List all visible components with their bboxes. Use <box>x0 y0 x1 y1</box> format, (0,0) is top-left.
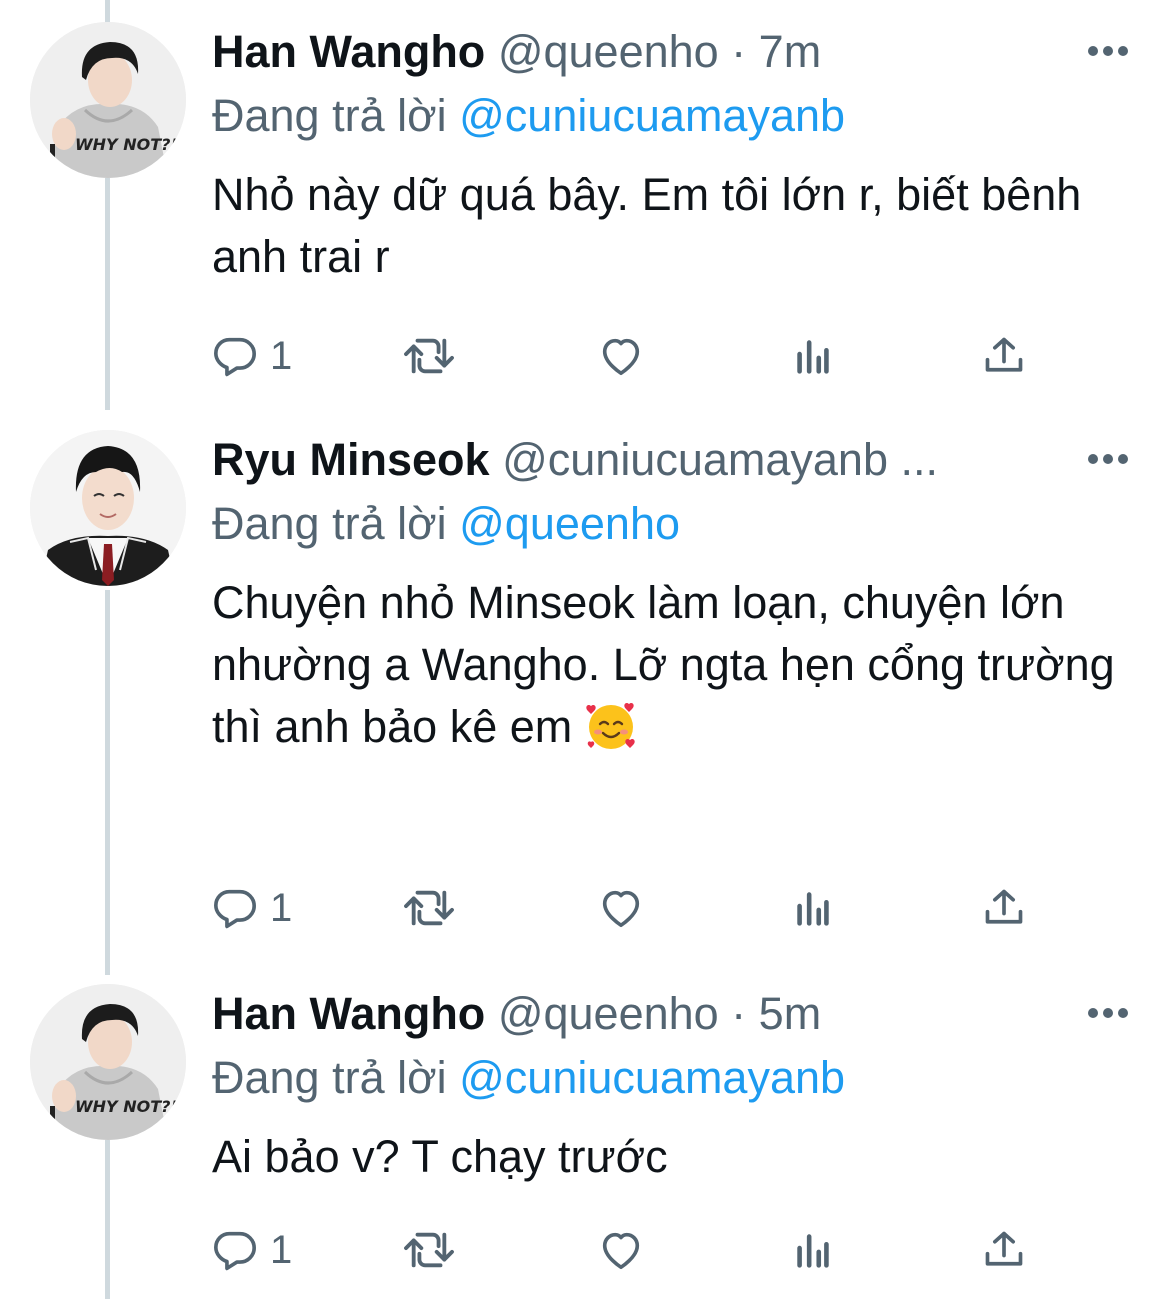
more-icon[interactable] <box>1086 44 1130 58</box>
display-name[interactable]: Ryu Minseok <box>212 434 490 485</box>
avatar[interactable]: WHY NOT?! <box>30 22 186 178</box>
tweet-header: Han Wangho @queenho · 5m <box>212 984 821 1044</box>
tweet-text: Ai bảo v? T chạy trước <box>212 1131 668 1182</box>
avatar-image: WHY NOT?! <box>30 984 186 1140</box>
avatar[interactable] <box>30 430 186 586</box>
share-button[interactable] <box>982 1220 1026 1280</box>
retweet-icon <box>404 1232 454 1268</box>
share-icon <box>985 1231 1023 1266</box>
more-icon[interactable] <box>1086 452 1130 466</box>
avatar[interactable]: WHY NOT?! <box>30 984 186 1140</box>
like-icon <box>602 338 640 376</box>
reply-count: 1 <box>270 886 293 930</box>
replying-to: Đang trả lời @queenho <box>212 494 680 554</box>
retweet-button[interactable] <box>402 326 456 386</box>
reply-button[interactable]: 1 <box>212 1220 292 1280</box>
reply-button[interactable]: 1 <box>212 878 292 938</box>
share-icon <box>985 337 1023 372</box>
replying-to-handle[interactable]: @cuniucuamayanb <box>459 90 845 141</box>
like-icon <box>602 890 640 928</box>
display-name[interactable]: Han Wangho <box>212 988 485 1039</box>
avatar-image: WHY NOT?! <box>30 22 186 178</box>
avatar-shirt-text: WHY NOT?! <box>75 1097 178 1116</box>
tweet-header: Ryu Minseok @cuniucuamayanb ... <box>212 430 938 490</box>
like-icon <box>602 1232 640 1270</box>
reply-icon <box>214 1231 256 1271</box>
like-button[interactable] <box>597 1220 645 1280</box>
reply-button[interactable]: 1 <box>212 326 292 386</box>
tweet-text: Chuyện nhỏ Minseok làm loạn, chuyện lớn … <box>212 572 1142 758</box>
action-bar: 1 <box>212 878 1042 938</box>
share-icon <box>985 889 1023 924</box>
share-button[interactable] <box>982 326 1026 386</box>
handle-and-time[interactable]: @queenho · 5m <box>498 988 821 1039</box>
analytics-icon <box>797 340 829 374</box>
replying-to-handle[interactable]: @cuniucuamayanb <box>459 1052 845 1103</box>
more-icon[interactable] <box>1086 1006 1130 1020</box>
display-name[interactable]: Han Wangho <box>212 26 485 77</box>
tweet-text-content: Chuyện nhỏ Minseok làm loạn, chuyện lớn … <box>212 577 1115 752</box>
like-button[interactable] <box>597 326 645 386</box>
reply-count: 1 <box>270 1228 293 1272</box>
tweet[interactable]: WHY NOT?! Han Wangho @queenho · 7m Đang … <box>0 22 1170 382</box>
handle-and-time[interactable]: @queenho · 7m <box>498 26 821 77</box>
views-button[interactable] <box>792 878 834 938</box>
reply-count: 1 <box>270 334 293 378</box>
reply-icon <box>214 889 256 929</box>
tweet-header: Han Wangho @queenho · 7m <box>212 22 821 82</box>
handle-and-time[interactable]: @cuniucuamayanb ... <box>502 434 938 485</box>
replying-to: Đang trả lời @cuniucuamayanb <box>212 86 845 146</box>
action-bar: 1 <box>212 1220 1042 1280</box>
action-bar: 1 <box>212 326 1042 386</box>
views-button[interactable] <box>792 1220 834 1280</box>
reply-icon <box>214 337 256 377</box>
retweet-button[interactable] <box>402 878 456 938</box>
replying-to-label: Đang trả lời <box>212 90 447 141</box>
retweet-icon <box>404 890 454 926</box>
analytics-icon <box>797 1234 829 1268</box>
retweet-button[interactable] <box>402 1220 456 1280</box>
avatar-shirt-text: WHY NOT?! <box>75 135 178 154</box>
tweet[interactable]: Ryu Minseok @cuniucuamayanb ... Đang trả… <box>0 430 1170 950</box>
replying-to-label: Đang trả lời <box>212 1052 447 1103</box>
like-button[interactable] <box>597 878 645 938</box>
replying-to: Đang trả lời @cuniucuamayanb <box>212 1048 845 1108</box>
analytics-icon <box>797 892 829 926</box>
replying-to-label: Đang trả lời <box>212 498 447 549</box>
share-button[interactable] <box>982 878 1026 938</box>
avatar-image <box>30 430 186 586</box>
views-button[interactable] <box>792 326 834 386</box>
tweet[interactable]: WHY NOT?! Han Wangho @queenho · 5m Đang … <box>0 984 1170 1284</box>
replying-to-handle[interactable]: @queenho <box>459 498 680 549</box>
tweet-text: Nhỏ này dữ quá bây. Em tôi lớn r, biết b… <box>212 169 1082 282</box>
retweet-icon <box>404 338 454 374</box>
smiling-face-with-hearts-emoji <box>586 702 635 749</box>
